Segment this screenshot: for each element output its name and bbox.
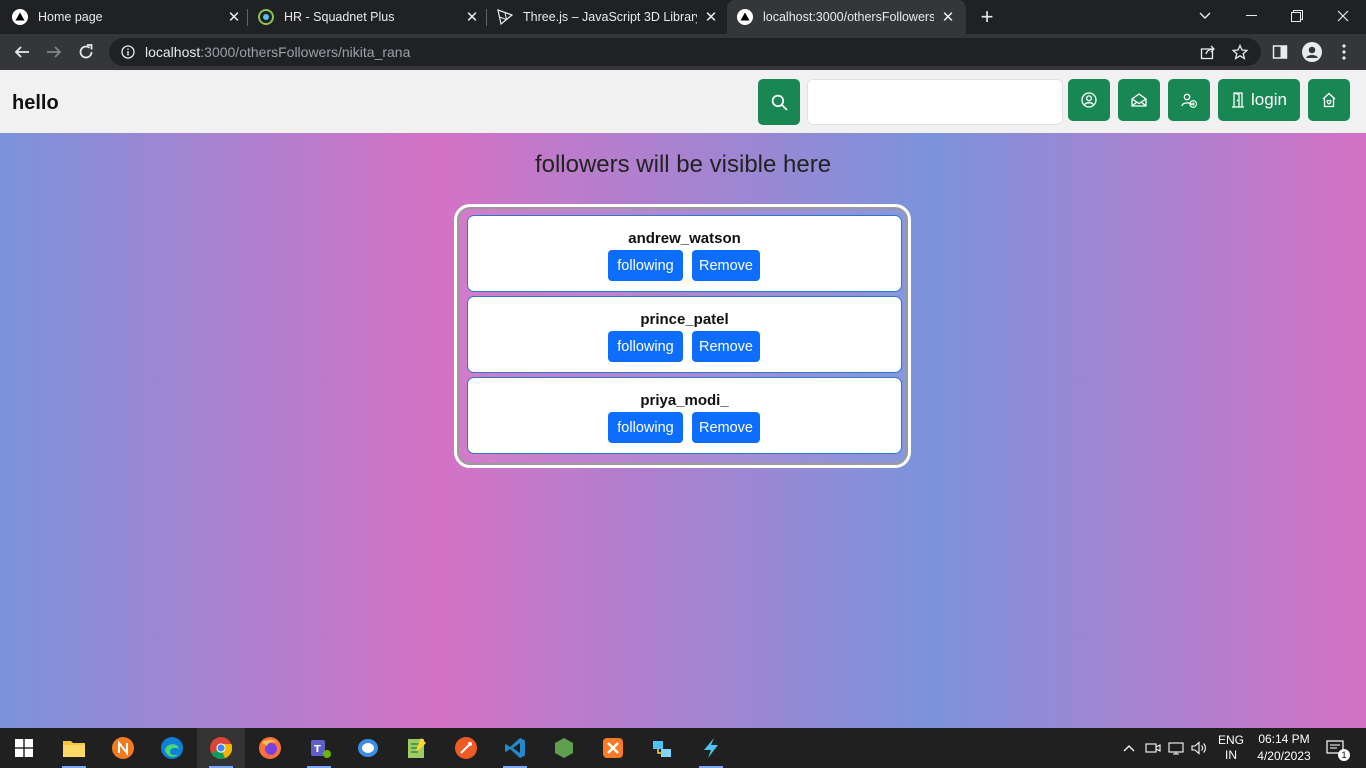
tab-threejs[interactable]: Three.js – JavaScript 3D Library ✕ — [497, 0, 719, 34]
threejs-icon — [497, 9, 513, 25]
brand-title[interactable]: hello — [12, 92, 59, 115]
main-content: followers will be visible here andrew_wa… — [0, 133, 1366, 728]
url-host: localhost — [145, 44, 201, 60]
lightning-app-icon[interactable] — [687, 728, 735, 768]
file-explorer-icon[interactable] — [50, 728, 98, 768]
clock-time: 06:14 PM — [1258, 732, 1310, 746]
start-button[interactable] — [0, 728, 48, 768]
more-menu-icon[interactable] — [1334, 42, 1354, 62]
notepad-icon[interactable] — [393, 728, 441, 768]
following-button[interactable]: following — [608, 250, 683, 281]
side-panel-icon[interactable] — [1270, 42, 1290, 62]
following-button[interactable]: following — [608, 331, 683, 362]
tab-title: localhost:3000/othersFollowers/n — [763, 10, 934, 24]
add-user-button[interactable] — [1168, 79, 1210, 121]
reload-button[interactable] — [74, 40, 98, 64]
login-label: login — [1251, 90, 1287, 109]
chrome-browser-icon[interactable] — [197, 728, 245, 768]
tab-title: Three.js – JavaScript 3D Library — [523, 10, 697, 24]
follower-card: prince_patel following Remove — [467, 296, 902, 373]
edge-browser-icon[interactable] — [148, 728, 196, 768]
notification-icon: 1 — [1326, 740, 1350, 761]
triangle-icon — [12, 9, 28, 25]
browser-tabstrip: Home page ✕ HR - Squadnet Plus ✕ Three.j… — [0, 0, 1366, 34]
close-icon[interactable]: ✕ — [940, 9, 956, 26]
home-button[interactable] — [1308, 79, 1350, 121]
minimize-button[interactable] — [1228, 0, 1274, 32]
tab-title: HR - Squadnet Plus — [284, 10, 395, 24]
teams-icon[interactable]: T — [295, 728, 343, 768]
chevron-up-icon[interactable] — [1119, 728, 1139, 768]
person-plus-icon — [1181, 92, 1197, 108]
address-bar[interactable]: localhost:3000/othersFollowers/nikita_ra… — [109, 38, 1261, 66]
follower-username[interactable]: andrew_watson — [468, 230, 901, 247]
region-code: IN — [1225, 748, 1237, 762]
firefox-icon[interactable] — [246, 728, 294, 768]
profile-button[interactable] — [1068, 79, 1110, 121]
remove-button[interactable]: Remove — [692, 412, 760, 443]
tab-title: Home page — [38, 10, 103, 24]
remove-button[interactable]: Remove — [692, 331, 760, 362]
vscode-icon[interactable] — [491, 728, 539, 768]
volume-icon[interactable] — [1189, 728, 1209, 768]
follower-username[interactable]: prince_patel — [468, 311, 901, 328]
restore-button[interactable] — [1274, 0, 1320, 32]
tab-search-icon[interactable] — [1182, 0, 1228, 32]
house-heart-icon — [1321, 92, 1337, 108]
language-indicator[interactable]: ENG IN — [1212, 728, 1250, 768]
door-icon — [1231, 92, 1245, 108]
bookmark-star-icon[interactable] — [1230, 42, 1250, 62]
node-icon[interactable] — [540, 728, 588, 768]
login-button[interactable]: login — [1218, 79, 1300, 121]
site-navbar: hello login — [0, 70, 1366, 133]
triangle-icon — [737, 9, 753, 25]
close-icon[interactable]: ✕ — [703, 9, 719, 26]
user-circle-icon — [1081, 92, 1097, 108]
notion-like-icon[interactable] — [99, 728, 147, 768]
close-icon[interactable]: ✕ — [464, 9, 480, 26]
browser-toolbar: localhost:3000/othersFollowers/nikita_ra… — [0, 34, 1366, 70]
xampp-icon[interactable] — [589, 728, 637, 768]
lang-code: ENG — [1217, 733, 1244, 747]
follower-card: andrew_watson following Remove — [467, 215, 902, 292]
camera-icon[interactable] — [1143, 728, 1163, 768]
remove-button[interactable]: Remove — [692, 250, 760, 281]
search-button[interactable] — [758, 79, 800, 125]
squadnet-icon — [258, 9, 274, 25]
back-button[interactable] — [10, 40, 34, 64]
follower-username[interactable]: priya_modi_ — [468, 392, 901, 409]
page-heading: followers will be visible here — [534, 151, 832, 178]
windows-taskbar: T ENG IN 06:14 PM 4/20/2023 1 — [0, 728, 1366, 768]
clock[interactable]: 06:14 PM 4/20/2023 — [1254, 728, 1314, 768]
network-icon[interactable] — [1166, 728, 1186, 768]
network-tool-icon[interactable] — [638, 728, 686, 768]
profile-avatar[interactable] — [1302, 42, 1322, 62]
site-info-icon[interactable] — [121, 45, 135, 59]
new-tab-button[interactable]: + — [978, 6, 996, 28]
notifications-button[interactable]: 1 — [1320, 728, 1350, 768]
follower-card: priya_modi_ following Remove — [467, 377, 902, 454]
windows-logo-icon — [15, 739, 33, 757]
tab-divider — [247, 9, 248, 26]
followers-list: andrew_watson following Remove prince_pa… — [454, 204, 911, 468]
close-icon[interactable]: ✕ — [226, 9, 242, 26]
url-path: :3000/othersFollowers/nikita_rana — [200, 44, 411, 60]
tab-home-page[interactable]: Home page ✕ — [12, 0, 242, 34]
tab-squadnet[interactable]: HR - Squadnet Plus ✕ — [258, 0, 480, 34]
notification-count: 1 — [1338, 749, 1350, 761]
tab-divider — [486, 9, 487, 26]
svg-text:T: T — [314, 744, 321, 755]
messages-button[interactable] — [1118, 79, 1160, 121]
forward-button[interactable] — [42, 40, 66, 64]
tab-localhost[interactable]: localhost:3000/othersFollowers/n ✕ — [727, 0, 966, 34]
following-button[interactable]: following — [608, 412, 683, 443]
share-icon[interactable] — [1198, 42, 1218, 62]
envelope-open-icon — [1131, 92, 1147, 108]
search-icon — [771, 94, 788, 111]
app-icon[interactable] — [344, 728, 392, 768]
close-window-button[interactable] — [1320, 0, 1366, 32]
search-input[interactable] — [807, 79, 1063, 125]
clock-date: 4/20/2023 — [1257, 749, 1311, 763]
postman-icon[interactable] — [442, 728, 490, 768]
